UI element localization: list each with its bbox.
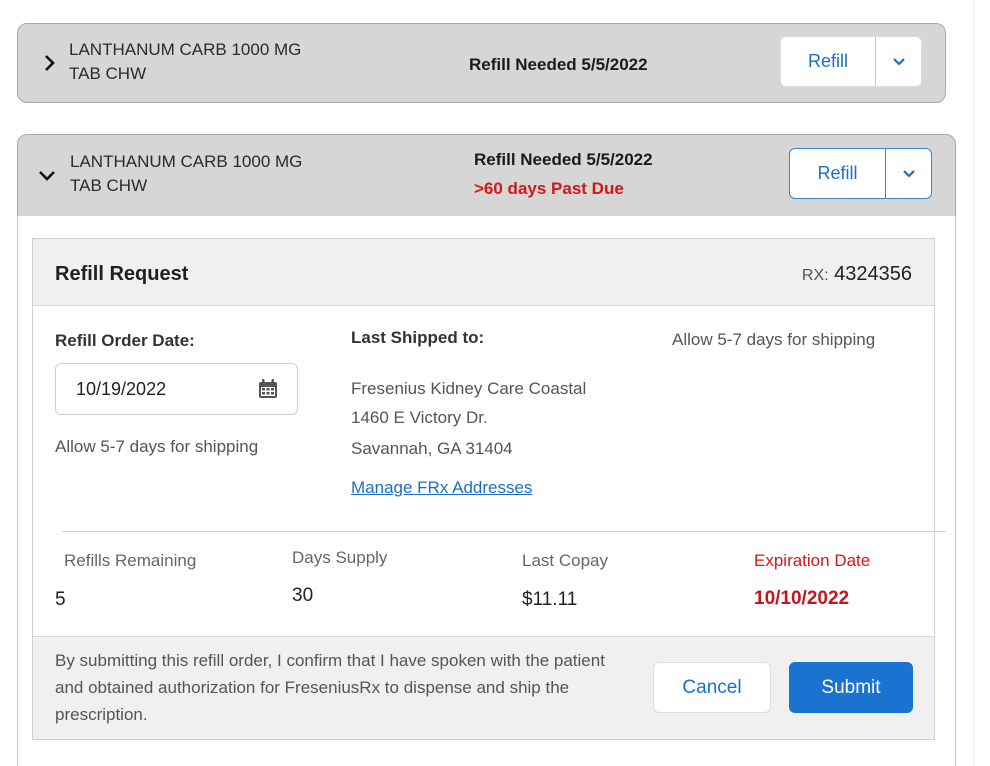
- drug-name-line1: LANTHANUM CARB 1000 MG: [70, 152, 303, 171]
- rx-number: RX: 4324356: [802, 263, 912, 286]
- manage-addresses-link[interactable]: Manage FRx Addresses: [351, 478, 532, 498]
- days-supply-value: 30: [292, 585, 314, 606]
- drug-name-line1: LANTHANUM CARB 1000 MG: [69, 40, 302, 59]
- refill-button[interactable]: Refill: [790, 149, 885, 198]
- refills-remaining-value: 5: [55, 589, 66, 610]
- order-date-field[interactable]: 10/19/2022: [55, 363, 298, 415]
- expiration-date-label: Expiration Date: [754, 551, 871, 570]
- rx-label: RX:: [801, 267, 829, 284]
- caret-down-icon: [902, 169, 915, 178]
- panel-footer: By submitting this refill order, I confi…: [33, 636, 934, 739]
- address-line1: Fresenius Kidney Care Coastal: [351, 379, 587, 398]
- panel-header: Refill Request RX: 4324356: [33, 239, 934, 306]
- section-divider: [62, 531, 946, 532]
- expiration-date-value: 10/10/2022: [754, 588, 850, 609]
- last-shipped-label: Last Shipped to:: [351, 328, 485, 347]
- drug-name: LANTHANUM CARB 1000 MG TAB CHW: [69, 38, 301, 86]
- days-supply-label: Days Supply: [292, 548, 388, 567]
- refill-needed-date: Refill Needed 5/5/2022: [474, 150, 653, 169]
- last-copay-value: $11.11: [522, 589, 578, 610]
- prescription-card-expanded[interactable]: LANTHANUM CARB 1000 MG TAB CHW Refill Ne…: [17, 134, 956, 216]
- refill-request-panel: Refill Request RX: 4324356 Refill Order …: [32, 238, 946, 740]
- calendar-icon[interactable]: [257, 378, 279, 400]
- refills-remaining-label: Refills Remaining: [64, 551, 197, 570]
- refill-split-button: Refill: [780, 36, 922, 87]
- drug-name-line2: TAB CHW: [69, 64, 147, 83]
- refill-button[interactable]: Refill: [781, 37, 875, 86]
- refill-options-toggle[interactable]: [875, 37, 921, 86]
- order-date-label: Refill Order Date:: [55, 331, 195, 350]
- refill-split-button: Refill: [789, 148, 932, 199]
- address-line3: Savannah, GA 31404: [351, 439, 513, 458]
- scrollbar-track[interactable]: [973, 0, 990, 766]
- address-line2: 1460 E Victory Dr.: [351, 408, 488, 427]
- shipping-note: Allow 5-7 days for shipping: [672, 330, 876, 349]
- past-due-warning: >60 days Past Due: [474, 179, 624, 198]
- caret-down-icon: [892, 57, 905, 66]
- panel-title: Refill Request: [55, 263, 189, 285]
- rx-number-value: 4324356: [834, 263, 912, 285]
- order-date-value: 10/19/2022: [76, 379, 167, 399]
- submit-button[interactable]: Submit: [789, 662, 913, 713]
- cancel-button[interactable]: Cancel: [653, 662, 771, 713]
- prescription-card[interactable]: LANTHANUM CARB 1000 MG TAB CHW Refill Ne…: [17, 23, 946, 103]
- order-date-hint: Allow 5-7 days for shipping: [55, 437, 259, 456]
- chevron-down-icon[interactable]: [38, 166, 56, 184]
- chevron-right-icon[interactable]: [40, 54, 58, 72]
- refill-options-toggle[interactable]: [885, 149, 931, 198]
- consent-text: By submitting this refill order, I confi…: [55, 651, 605, 724]
- drug-name: LANTHANUM CARB 1000 MG TAB CHW: [70, 150, 302, 198]
- drug-name-line2: TAB CHW: [70, 176, 148, 195]
- last-copay-label: Last Copay: [522, 551, 608, 570]
- refill-needed-date: Refill Needed 5/5/2022: [469, 55, 648, 74]
